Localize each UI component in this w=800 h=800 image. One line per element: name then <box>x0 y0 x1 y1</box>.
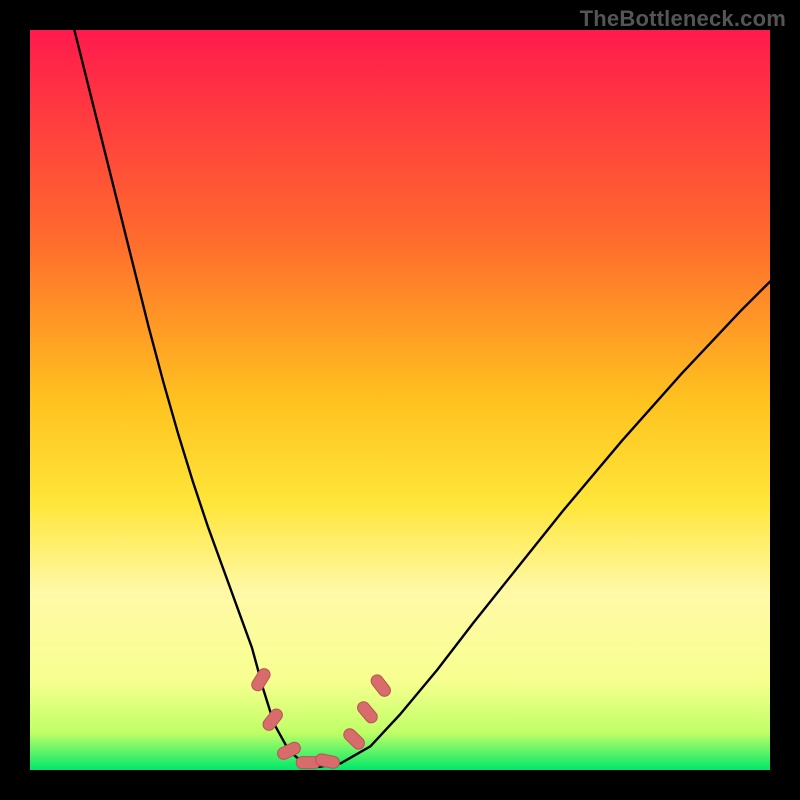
watermark-text: TheBottleneck.com <box>580 6 786 32</box>
bottleneck-chart <box>0 0 800 800</box>
chart-frame: TheBottleneck.com <box>0 0 800 800</box>
